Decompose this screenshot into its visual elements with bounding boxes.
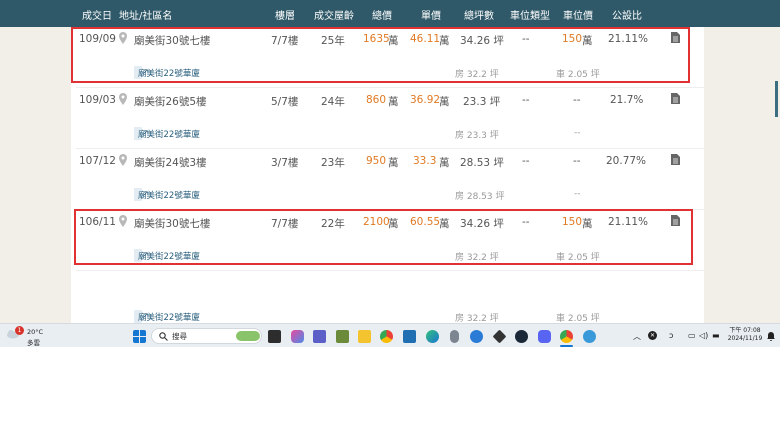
- globe-app-icon[interactable]: [583, 330, 596, 343]
- weather-desc: 多雲: [27, 339, 40, 347]
- row-car-ping: --: [574, 128, 581, 138]
- col-age[interactable]: 成交屋齡: [314, 7, 354, 22]
- row-floor: 5/7樓: [271, 96, 299, 108]
- document-icon[interactable]: [671, 93, 680, 104]
- chrome-active-icon[interactable]: [560, 330, 573, 343]
- battery-icon[interactable]: ▬: [712, 331, 720, 340]
- col-total-ping[interactable]: 總坪數: [464, 7, 494, 22]
- volume-icon[interactable]: ◁): [699, 331, 708, 340]
- clock-time: 下午 07:08: [729, 327, 761, 334]
- row-parking-price: --: [573, 155, 581, 167]
- pen-icon[interactable]: ↄ: [669, 331, 673, 340]
- row-total: 950: [366, 155, 387, 167]
- search-placeholder: 搜尋: [172, 332, 187, 341]
- mouse-app-icon[interactable]: [450, 330, 459, 343]
- task-view-icon[interactable]: [268, 330, 281, 343]
- row-total-ping: 28.53 坪: [460, 157, 504, 169]
- table-header: 成交日 地址/社區名 樓層 成交屋齡 總價 單價 總坪數 車位類型 車位價 公設…: [0, 0, 780, 27]
- weather-widget[interactable]: 1 20°C 多雲: [6, 326, 46, 347]
- discord-icon[interactable]: [538, 330, 551, 343]
- document-icon[interactable]: [671, 154, 680, 165]
- row-total-unit: 萬: [388, 96, 399, 108]
- col-parking-price[interactable]: 車位價: [563, 7, 593, 22]
- steam-icon[interactable]: [515, 330, 528, 343]
- display-icon[interactable]: ▭: [688, 331, 696, 340]
- row-address[interactable]: 廟美街24號3樓: [134, 155, 207, 170]
- row-total-unit: 萬: [388, 157, 399, 169]
- external-link-icon: ↗: [142, 189, 149, 198]
- row-public-ratio: 20.77%: [606, 155, 647, 167]
- file-explorer-icon[interactable]: [358, 330, 371, 343]
- highlight-box: [71, 27, 690, 83]
- col-unit-price[interactable]: 單價: [421, 7, 441, 22]
- search-input[interactable]: 搜尋: [151, 328, 262, 344]
- start-icon[interactable]: [133, 330, 146, 343]
- row-date: 109/03: [79, 94, 116, 106]
- table-row[interactable]: 廟美街22號華廈 ↗ 房 32.2 坪 車 2.05 坪: [71, 271, 704, 324]
- row-unit-price: 36.92: [410, 94, 441, 106]
- chrome-icon[interactable]: [380, 330, 393, 343]
- row-house-ping: 房 28.53 坪: [455, 192, 505, 202]
- close-circle-icon[interactable]: ✕: [648, 331, 657, 340]
- row-total-ping: 23.3 坪: [463, 96, 501, 108]
- row-age: 24年: [321, 96, 345, 108]
- row-unit-price-unit: 萬: [439, 96, 450, 108]
- row-total: 860: [366, 94, 387, 106]
- edge-icon[interactable]: [426, 330, 439, 343]
- community-tag[interactable]: 廟美街22號華廈 ↗: [134, 127, 200, 140]
- row-unit-price-unit: 萬: [439, 157, 450, 169]
- obsidian-icon[interactable]: [492, 329, 507, 344]
- row-parking-type: --: [522, 94, 530, 106]
- location-pin-icon: [119, 93, 127, 105]
- external-link-icon: ↗: [142, 311, 149, 320]
- row-unit-price: 33.3: [413, 155, 437, 167]
- clock-date: 2024/11/19: [727, 335, 763, 342]
- weather-badge: 1: [15, 326, 24, 335]
- store-icon[interactable]: [403, 330, 416, 343]
- browser-content: 成交日 地址/社區名 樓層 成交屋齡 總價 單價 總坪數 車位類型 車位價 公設…: [0, 0, 780, 347]
- copilot-icon[interactable]: [291, 330, 304, 343]
- col-date[interactable]: 成交日: [82, 7, 112, 22]
- col-parking-type[interactable]: 車位類型: [510, 7, 550, 22]
- highlight-box: [74, 209, 693, 265]
- bell-icon[interactable]: [767, 332, 775, 341]
- scrollbar-thumb[interactable]: [775, 81, 778, 117]
- link-app-icon[interactable]: [470, 330, 483, 343]
- clock[interactable]: 下午 07:08 2024/11/19: [725, 327, 765, 343]
- col-public-ratio[interactable]: 公設比: [612, 7, 642, 22]
- external-link-icon: ↗: [142, 128, 149, 137]
- col-address[interactable]: 地址/社區名: [119, 7, 172, 22]
- taskbar: 1 20°C 多雲 搜尋 ︿ ✕ ↄ ▭ ◁) ▬ 下午 07:08 2024/…: [0, 323, 780, 347]
- table-row[interactable]: 109/03 廟美街26號5樓 5/7樓 24年 860 萬 36.92 萬 2…: [71, 88, 704, 148]
- row-floor: 3/7樓: [271, 157, 299, 169]
- col-floor[interactable]: 樓層: [275, 7, 295, 22]
- row-address[interactable]: 廟美街26號5樓: [134, 94, 207, 109]
- row-parking-price: --: [573, 94, 581, 106]
- community-tag[interactable]: 廟美街22號華廈 ↗: [134, 310, 200, 323]
- row-parking-type: --: [522, 155, 530, 167]
- active-app-indicator: [560, 345, 573, 347]
- row-house-ping: 房 23.3 坪: [455, 131, 499, 141]
- search-icon: [159, 332, 168, 341]
- community-tag[interactable]: 廟美街22號華廈 ↗: [134, 188, 200, 201]
- minecraft-icon[interactable]: [336, 330, 349, 343]
- location-pin-icon: [119, 154, 127, 166]
- weather-temp: 20°C: [27, 328, 44, 336]
- row-age: 23年: [321, 157, 345, 169]
- teams-icon[interactable]: [313, 330, 326, 343]
- row-date: 107/12: [79, 155, 116, 167]
- chevron-up-icon[interactable]: ︿: [633, 331, 641, 342]
- search-highlight-icon: [236, 331, 260, 341]
- row-car-ping: --: [574, 189, 581, 199]
- row-public-ratio: 21.7%: [610, 94, 644, 106]
- table-row[interactable]: 107/12 廟美街24號3樓 3/7樓 23年 950 萬 33.3 萬 28…: [71, 149, 704, 209]
- col-total[interactable]: 總價: [372, 7, 392, 22]
